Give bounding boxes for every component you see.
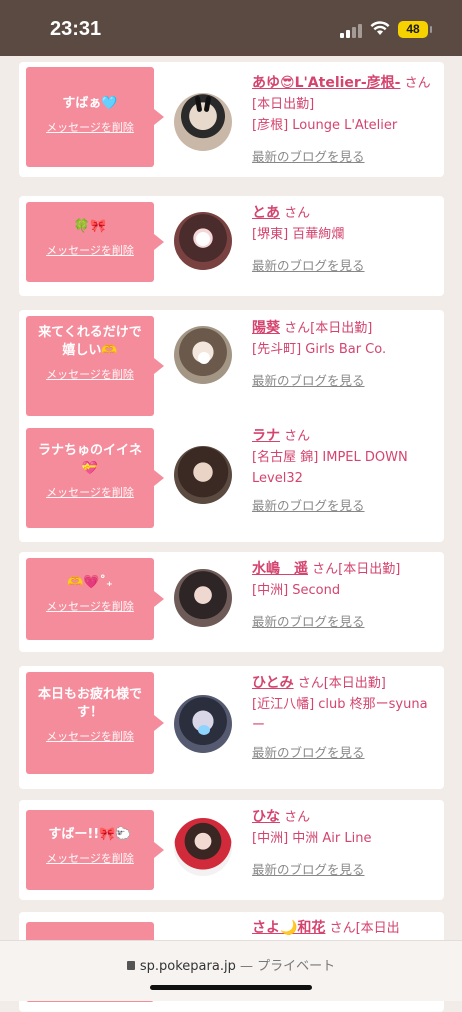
wifi-icon <box>370 21 390 35</box>
message-text: ラナちゅのイイネ💝 <box>37 443 142 476</box>
delete-message-link[interactable]: メッセージを削除 <box>46 366 134 382</box>
list-item: 本日もお疲れ様です！ メッセージを削除 ひとみ さん[本日出勤] [近江八幡] … <box>19 666 444 789</box>
message-bubble: すばー!!🎀🐑 メッセージを削除 <box>26 810 164 890</box>
message-bubble: 🍀🎀 メッセージを削除 <box>26 202 164 282</box>
lock-icon <box>126 961 135 970</box>
cast-info: 陽葵 さん[本日出勤] [先斗町] Girls Bar Co. 最新のブログを見… <box>252 318 440 392</box>
domain-text: sp.pokepara.jp <box>139 959 236 974</box>
heart-sticker-icon <box>196 232 210 246</box>
avatar[interactable] <box>174 446 232 504</box>
avatar[interactable] <box>174 212 232 270</box>
blog-link[interactable]: 最新のブログを見る <box>252 146 365 167</box>
shop-name: [近江八幡] club 柊那ーsyunaー <box>252 697 428 733</box>
message-bubble: 本日もお疲れ様です！ メッセージを削除 <box>26 672 164 774</box>
list-item: 来てくれるだけで嬉しい🫶 メッセージを削除 陽葵 さん[本日出勤] [先斗町] … <box>19 310 444 427</box>
blog-link[interactable]: 最新のブログを見る <box>252 495 365 516</box>
list-item: すばー!!🎀🐑 メッセージを削除 ひな さん [中洲] 中洲 Air Line … <box>19 800 444 900</box>
blog-link[interactable]: 最新のブログを見る <box>252 859 365 880</box>
message-bubble: ラナちゅのイイネ💝 メッセージを削除 <box>26 428 164 528</box>
url-display[interactable]: sp.pokepara.jp — プライベート <box>0 955 462 974</box>
cast-name-link[interactable]: 水嶋 遥 <box>252 561 308 577</box>
message-text: 来てくれるだけで嬉しい🫶 <box>38 325 142 358</box>
private-mode-label: プライベート <box>257 959 336 974</box>
shop-name: [中洲] Second <box>252 583 341 598</box>
message-bubble: 来てくれるだけで嬉しい🫶 メッセージを削除 <box>26 316 164 416</box>
list-item: ラナちゅのイイネ💝 メッセージを削除 ラナ さん [名古屋 錦] IMPEL D… <box>19 419 444 542</box>
message-text: すばー!!🎀🐑 <box>48 827 132 842</box>
blog-link[interactable]: 最新のブログを見る <box>252 742 365 763</box>
shop-name: [中洲] 中洲 Air Line <box>252 831 372 846</box>
battery-indicator: 48 <box>398 21 428 38</box>
blog-link[interactable]: 最新のブログを見る <box>252 611 365 632</box>
list-item: 🫶💗˚₊ メッセージを削除 水嶋 遥 さん[本日出勤] [中洲] Second … <box>19 552 444 652</box>
shop-name: [堺東] 百華絢爛 <box>252 227 345 242</box>
message-bubble: すばぁ🩵 メッセージを削除 <box>26 67 164 167</box>
avatar[interactable] <box>174 326 232 384</box>
delete-message-link[interactable]: メッセージを削除 <box>46 850 134 866</box>
list-item: すばぁ🩵 メッセージを削除 あゆ😎L'Atelier-彦根- さん[本日出勤] … <box>19 62 444 177</box>
cast-info: ひとみ さん[本日出勤] [近江八幡] club 柊那ーsyunaー 最新のブロ… <box>252 673 440 764</box>
avatar[interactable] <box>174 569 232 627</box>
cast-info: さよ🌙和花 さん[本日出 <box>252 918 440 939</box>
cast-name-link[interactable]: とあ <box>252 205 280 221</box>
hand-sticker-icon <box>198 352 210 364</box>
cast-info: 水嶋 遥 さん[本日出勤] [中洲] Second 最新のブログを見る <box>252 559 440 633</box>
cast-suffix: さん[本日出勤] <box>297 676 386 691</box>
delete-message-link[interactable]: メッセージを削除 <box>46 242 134 258</box>
blog-link[interactable]: 最新のブログを見る <box>252 370 365 391</box>
cast-name-link[interactable]: ひとみ <box>252 675 294 691</box>
avatar[interactable] <box>174 818 232 876</box>
blog-link[interactable]: 最新のブログを見る <box>252 255 365 276</box>
browser-address-bar[interactable]: sp.pokepara.jp — プライベート <box>0 940 462 1001</box>
home-indicator[interactable] <box>150 985 312 990</box>
separator-text: — <box>239 959 253 974</box>
delete-message-link[interactable]: メッセージを削除 <box>46 484 134 500</box>
battery-cap-icon <box>430 26 432 33</box>
bunny-ears-icon <box>194 95 203 113</box>
avatar[interactable] <box>174 695 232 753</box>
cast-name-link[interactable]: さよ🌙和花 <box>252 920 325 936</box>
message-text: 本日もお疲れ様です！ <box>37 687 142 720</box>
cast-name-link[interactable]: 陽葵 <box>252 320 280 336</box>
message-text: 🫶💗˚₊ <box>67 575 113 590</box>
shop-name: [彦根] Lounge L'Atelier <box>252 118 398 133</box>
status-time: 23:31 <box>50 18 102 40</box>
cast-name-link[interactable]: ひな <box>252 809 280 825</box>
delete-message-link[interactable]: メッセージを削除 <box>46 728 134 744</box>
message-text: すばぁ🩵 <box>62 96 118 111</box>
list-item: 🍀🎀 メッセージを削除 とあ さん [堺東] 百華絢爛 最新のブログを見る <box>19 196 444 296</box>
cast-suffix: さん[本日出勤] <box>284 321 373 336</box>
cast-name-link[interactable]: ラナ <box>252 428 280 444</box>
status-bar: 23:31 48 <box>0 0 462 56</box>
cast-suffix: さん <box>284 206 311 221</box>
heart-sticker-icon <box>198 725 210 735</box>
message-bubble: 🫶💗˚₊ メッセージを削除 <box>26 558 164 640</box>
cast-suffix: さん <box>284 429 311 444</box>
cast-info: あゆ😎L'Atelier-彦根- さん[本日出勤] [彦根] Lounge L'… <box>252 73 440 168</box>
cast-suffix: さん <box>284 810 311 825</box>
shop-name: [先斗町] Girls Bar Co. <box>252 342 387 357</box>
shop-name: [名古屋 錦] IMPEL DOWN Level32 <box>252 450 408 486</box>
cellular-signal-icon <box>340 22 364 38</box>
cast-info: ラナ さん [名古屋 錦] IMPEL DOWN Level32 最新のブログを… <box>252 426 440 517</box>
cast-name-link[interactable]: あゆ😎L'Atelier-彦根- <box>252 75 400 91</box>
cast-suffix: さん[本日出勤] <box>312 562 401 577</box>
delete-message-link[interactable]: メッセージを削除 <box>46 119 134 135</box>
delete-message-link[interactable]: メッセージを削除 <box>46 598 134 614</box>
cast-info: ひな さん [中洲] 中洲 Air Line 最新のブログを見る <box>252 807 440 881</box>
message-text: 🍀🎀 <box>73 219 107 234</box>
cast-info: とあ さん [堺東] 百華絢爛 最新のブログを見る <box>252 203 440 277</box>
avatar[interactable] <box>174 93 232 151</box>
cast-suffix: さん[本日出 <box>329 921 400 936</box>
